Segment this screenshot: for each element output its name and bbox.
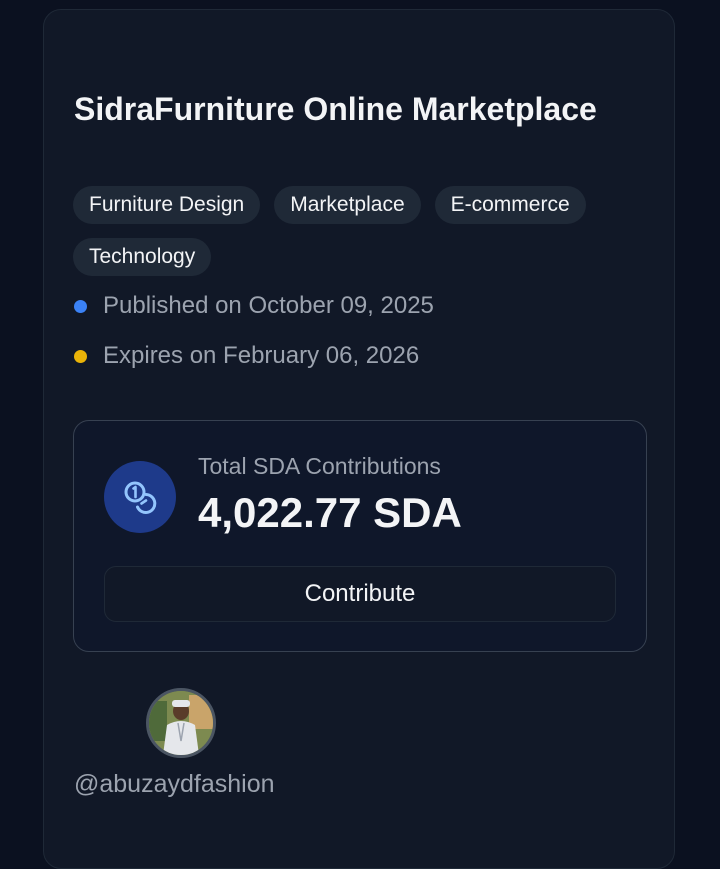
contributions-value: 4,022.77 SDA <box>198 489 462 536</box>
expires-date-row: Expires on February 06, 2026 <box>74 342 419 370</box>
expires-dot-icon <box>74 349 87 363</box>
tag-e-commerce[interactable]: E-commerce <box>434 186 586 224</box>
published-date: Published on October 09, 2025 <box>103 292 434 319</box>
creator-username[interactable]: @abuzaydfashion <box>74 770 275 799</box>
published-date-row: Published on October 09, 2025 <box>74 292 434 320</box>
contribute-button[interactable]: Contribute <box>104 566 616 622</box>
tag-list: Furniture Design Marketplace E-commerce … <box>73 186 653 276</box>
contributions-label: Total SDA Contributions <box>198 453 441 479</box>
contributions-panel: Total SDA Contributions 4,022.77 SDA Con… <box>73 420 647 652</box>
user-avatar[interactable] <box>146 688 216 758</box>
project-card: SidraFurniture Online Marketplace Furnit… <box>43 9 675 869</box>
tag-technology[interactable]: Technology <box>73 238 212 276</box>
tag-marketplace[interactable]: Marketplace <box>274 186 421 224</box>
project-title: SidraFurniture Online Marketplace <box>74 91 597 127</box>
published-dot-icon <box>74 299 87 313</box>
tag-furniture-design[interactable]: Furniture Design <box>73 186 261 224</box>
expires-date: Expires on February 06, 2026 <box>103 342 420 369</box>
coins-icon <box>104 461 176 533</box>
